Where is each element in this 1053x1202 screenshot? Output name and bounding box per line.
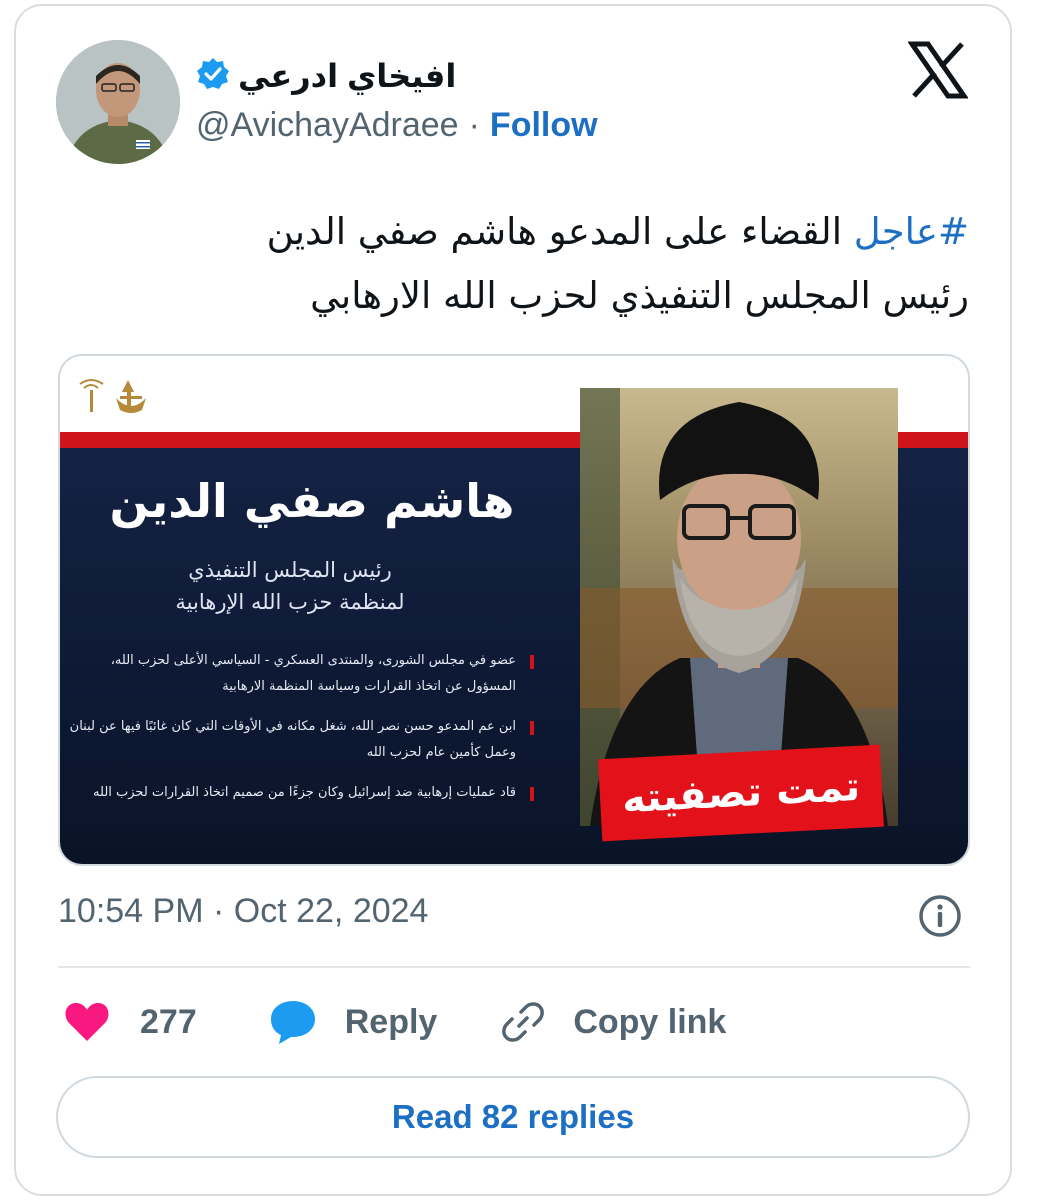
media-bullet: قاد عمليات إرهابية ضد إسرائيل وكان جزءًا… (64, 780, 534, 806)
copy-link-label: Copy link (573, 1002, 727, 1041)
tweet-time: 10:54 PM (58, 892, 204, 930)
media-bullet: عضو في مجلس الشورى، والمنتدى العسكري - ا… (64, 648, 534, 700)
author-handle[interactable]: @AvichayAdraee (196, 106, 459, 145)
media-subtitle-line-1: رئيس المجلس التنفيذي (188, 558, 392, 582)
idf-emblem-icon (79, 379, 146, 413)
heart-icon (64, 1001, 110, 1043)
info-icon[interactable] (918, 894, 962, 938)
reply-button[interactable]: Reply (269, 999, 438, 1045)
divider (58, 966, 970, 968)
media-subtitle: رئيس المجلس التنفيذي لمنظمة حزب الله الإ… (120, 554, 460, 618)
separator-dot: · (468, 106, 480, 144)
verified-badge-icon (196, 57, 230, 96)
media-subtitle-line-2: لمنظمة حزب الله الإرهابية (175, 590, 405, 614)
reply-bubble-icon (269, 999, 317, 1045)
handle-row: @AvichayAdraee · Follow (196, 106, 598, 145)
like-count: 277 (140, 1002, 197, 1041)
read-replies-label: Read 82 replies (391, 1098, 635, 1135)
tweet-timestamp[interactable]: 10:54 PM · Oct 22, 2024 (58, 892, 428, 931)
author-name: افيخاي ادرعي (238, 58, 457, 94)
tweet-text-content: القضاء على المدعو هاشم صفي الدين (266, 210, 842, 253)
like-button[interactable]: 277 (64, 1001, 197, 1043)
media-bullet: ابن عم المدعو حسن نصر الله، شغل مكانه في… (64, 714, 534, 766)
author-avatar[interactable] (56, 40, 180, 164)
read-replies-button[interactable]: Read 82 replies (56, 1076, 970, 1158)
hashtag-link[interactable]: #عاجل (854, 210, 969, 253)
killed-stamp: تمت تصفيته (598, 744, 884, 842)
author-name-row[interactable]: افيخاي ادرعي (196, 52, 456, 100)
action-bar: 277 Reply Copy link (64, 996, 726, 1048)
tweet-date: Oct 22, 2024 (233, 892, 429, 930)
tweet-text-line-2: رئيس المجلس التنفيذي لحزب الله الارهابي (310, 274, 969, 317)
tweet-media-image[interactable]: هاشم صفي الدين رئيس المجلس التنفيذي لمنظ… (58, 354, 970, 866)
tweet-text: #عاجل القضاء على المدعو هاشم صفي الدين ر… (109, 200, 969, 328)
media-bullets: عضو في مجلس الشورى، والمنتدى العسكري - ا… (64, 648, 534, 820)
media-headline: هاشم صفي الدين (109, 474, 515, 528)
x-logo-icon[interactable] (907, 40, 969, 100)
tweet-text-line-1: #عاجل القضاء على المدعو هاشم صفي الدين (109, 200, 969, 264)
copy-link-button[interactable]: Copy link (501, 1000, 726, 1044)
time-separator: · (212, 892, 225, 930)
link-icon (501, 1000, 545, 1044)
reply-label: Reply (344, 1002, 438, 1041)
follow-button[interactable]: Follow (490, 106, 598, 145)
